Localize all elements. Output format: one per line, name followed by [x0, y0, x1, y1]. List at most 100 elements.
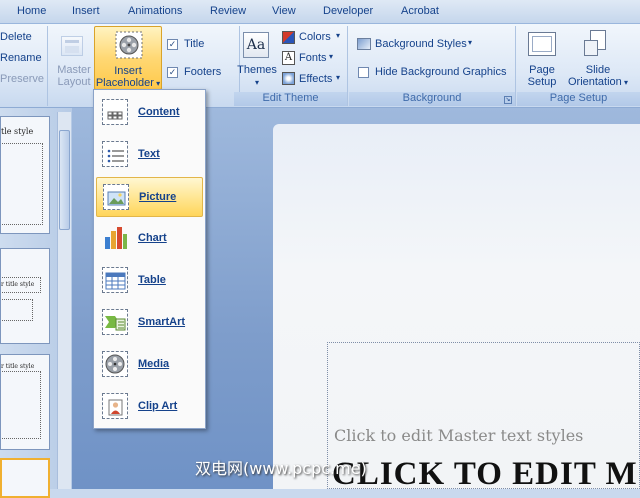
title-placeholder-text[interactable]: CLICK TO EDIT M	[332, 456, 638, 493]
master-layout-label-2: Layout	[57, 76, 91, 88]
slide-orientation-label-1: Slide	[585, 64, 611, 76]
slide-orientation-button[interactable]: Slide Orientation ▾	[564, 30, 632, 88]
insert-placeholder-label-2: Placeholder	[95, 77, 154, 89]
media-reel-icon	[115, 31, 143, 59]
title-checkbox-label: Title	[184, 38, 205, 50]
media-icon	[102, 351, 128, 377]
slide-thumbnail-2[interactable]: r title style	[0, 248, 50, 344]
delete-button[interactable]: Delete	[0, 31, 32, 43]
tab-animations[interactable]: Animations	[128, 5, 182, 21]
page-setup-label-1: Page	[529, 64, 555, 76]
smartart-icon	[102, 309, 128, 335]
menu-item-content[interactable]: Content	[96, 93, 203, 133]
body-text-placeholder[interactable]: Click to edit Master text styles	[334, 426, 583, 445]
page-setup-icon	[528, 32, 556, 56]
thumbnail-1-title: tle style	[1, 127, 34, 136]
slide-orientation-icon	[584, 30, 610, 58]
menu-item-table[interactable]: Table	[96, 261, 203, 301]
menu-label-table: Table	[138, 274, 166, 286]
menu-item-clip-art[interactable]: Clip Art	[96, 387, 203, 427]
menu-item-chart[interactable]: Chart	[96, 219, 203, 259]
menu-label-picture: Picture	[139, 191, 177, 203]
themes-icon: Aa	[243, 32, 269, 58]
background-styles-arrow-icon: ▾	[468, 38, 473, 47]
colors-button[interactable]: Colors ▾	[281, 30, 345, 46]
effects-label: Effects	[299, 73, 333, 85]
footers-checkbox-label: Footers	[184, 66, 222, 78]
slide-orientation-arrow-icon: ▾	[621, 78, 629, 87]
background-styles-icon	[357, 38, 371, 50]
dialog-launcher-icon[interactable]: ↘	[504, 96, 512, 104]
watermark-text: 双电网(www.pcpc.me)	[195, 459, 367, 478]
thumbnail-3-title: r title style	[1, 363, 35, 370]
group-edit-master: Delete Rename Preserve	[0, 26, 48, 106]
ribbon-tab-bar: Home Insert Animations Review View Devel…	[0, 0, 640, 24]
tab-developer[interactable]: Developer	[323, 5, 373, 21]
page-setup-button[interactable]: Page Setup	[522, 30, 562, 88]
menu-label-text: Text	[138, 148, 160, 160]
thumbnail-2-title: r title style	[1, 281, 35, 288]
effects-icon	[282, 72, 295, 85]
content-icon	[102, 99, 128, 125]
preserve-button[interactable]: Preserve	[0, 73, 44, 85]
title-checkbox-row[interactable]: ✓ Title	[167, 38, 237, 52]
background-styles-button[interactable]: Background Styles ▾	[356, 37, 496, 53]
menu-label-media: Media	[138, 358, 170, 370]
hide-background-checkbox[interactable]	[358, 67, 369, 78]
page-setup-label-2: Setup	[527, 76, 557, 88]
tab-insert[interactable]: Insert	[72, 5, 100, 21]
tab-view[interactable]: View	[272, 5, 296, 21]
menu-item-smartart[interactable]: SmartArt	[96, 303, 203, 343]
themes-button[interactable]: Aa Themes ▾	[237, 30, 277, 88]
menu-label-smartart: SmartArt	[138, 316, 186, 328]
themes-dropdown-arrow-icon: ▾	[254, 78, 259, 87]
tab-home[interactable]: Home	[17, 5, 46, 21]
chart-icon	[102, 225, 128, 251]
clip-art-icon	[102, 393, 128, 419]
dropdown-arrow-icon: ▾	[153, 79, 161, 88]
effects-arrow-icon: ▾	[336, 73, 341, 82]
menu-label-clip-art: Clip Art	[138, 400, 178, 412]
title-checkbox[interactable]: ✓	[167, 39, 178, 50]
hide-background-row[interactable]: Hide Background Graphics	[358, 65, 513, 81]
footers-checkbox-row[interactable]: ✓ Footers	[167, 66, 237, 80]
insert-placeholder-menu: Content Text Picture Chart Table SmartAr…	[93, 89, 206, 429]
slide-thumbnail-1[interactable]: tle style	[0, 116, 50, 234]
table-icon	[102, 267, 128, 293]
fonts-label: Fonts	[299, 52, 327, 64]
footers-checkbox[interactable]: ✓	[167, 67, 178, 78]
group-label-edit-theme: Edit Theme	[234, 92, 347, 106]
menu-item-text[interactable]: Text	[96, 135, 203, 175]
fonts-button[interactable]: A Fonts ▾	[281, 51, 345, 67]
slide-thumbnail-4[interactable]	[0, 458, 50, 498]
slide-thumbnail-3[interactable]: r title style	[0, 354, 50, 450]
themes-label: Themes	[237, 64, 277, 76]
master-layout-icon	[61, 36, 83, 56]
text-icon	[102, 141, 128, 167]
hide-background-label: Hide Background Graphics	[375, 66, 507, 78]
group-label-page-setup: Page Setup	[517, 92, 640, 106]
master-layout-label-1: Master	[57, 64, 91, 76]
thumbnail-scrollbar[interactable]	[57, 112, 71, 489]
menu-item-picture[interactable]: Picture	[96, 177, 203, 217]
tab-review[interactable]: Review	[210, 5, 246, 21]
menu-item-media[interactable]: Media	[96, 345, 203, 385]
picture-icon	[103, 184, 129, 210]
colors-arrow-icon: ▾	[336, 31, 341, 40]
menu-label-content: Content	[138, 106, 180, 118]
group-label-background: Background	[349, 92, 515, 106]
fonts-arrow-icon: ▾	[329, 52, 334, 61]
insert-placeholder-label-1: Insert	[114, 65, 142, 77]
insert-placeholder-button[interactable]: Insert Placeholder ▾	[94, 26, 162, 90]
slide-orientation-label-2: Orientation	[567, 76, 622, 88]
tab-acrobat[interactable]: Acrobat	[401, 5, 439, 21]
effects-button[interactable]: Effects ▾	[281, 72, 345, 88]
fonts-icon: A	[282, 51, 295, 65]
rename-button[interactable]: Rename	[0, 52, 42, 64]
master-layout-button[interactable]: Master Layout	[52, 30, 92, 90]
background-styles-label: Background Styles	[375, 38, 467, 50]
scrollbar-thumb[interactable]	[59, 130, 70, 230]
colors-icon	[282, 31, 295, 44]
colors-label: Colors	[299, 31, 331, 43]
menu-label-chart: Chart	[138, 232, 167, 244]
